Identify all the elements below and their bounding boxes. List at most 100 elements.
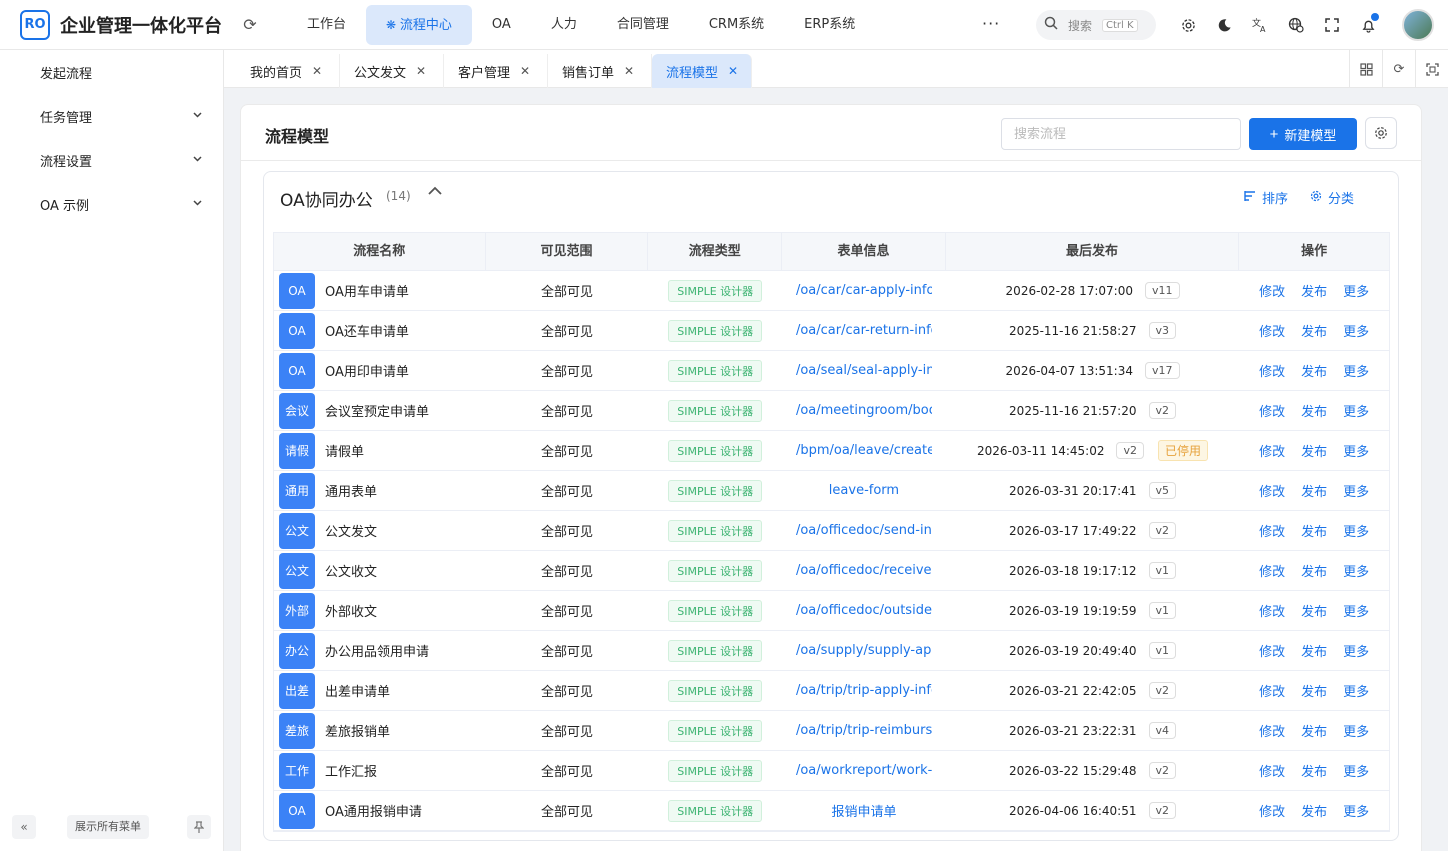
publish-button[interactable]: 发布	[1301, 601, 1327, 620]
publish-button[interactable]: 发布	[1301, 801, 1327, 820]
close-icon[interactable]: ✕	[312, 64, 322, 78]
tab-item[interactable]: 我的首页 ✕	[236, 54, 340, 88]
close-icon[interactable]: ✕	[416, 64, 426, 78]
edit-button[interactable]: 修改	[1259, 481, 1285, 500]
form-link[interactable]: /oa/trip/trip-apply-info	[796, 683, 932, 698]
edit-button[interactable]: 修改	[1259, 721, 1285, 740]
top-nav-item[interactable]: 工作台	[287, 5, 366, 45]
grid-view-icon[interactable]	[1349, 50, 1382, 88]
more-button[interactable]: 更多	[1343, 681, 1369, 700]
publish-button[interactable]: 发布	[1301, 721, 1327, 740]
top-nav-item[interactable]: 人力	[531, 5, 597, 45]
more-button[interactable]: 更多	[1343, 601, 1369, 620]
category-button[interactable]: 分类	[1310, 188, 1354, 207]
form-link[interactable]: /oa/meetingroom/book	[796, 403, 932, 418]
process-name[interactable]: OA用印申请单	[325, 361, 409, 380]
process-name[interactable]: 办公用品领用申请	[325, 641, 429, 660]
more-button[interactable]: 更多	[1343, 441, 1369, 460]
new-model-button[interactable]: + 新建模型	[1249, 118, 1357, 150]
tab-item[interactable]: 客户管理 ✕	[444, 54, 548, 88]
process-name[interactable]: 差旅报销单	[325, 721, 390, 740]
edit-button[interactable]: 修改	[1259, 601, 1285, 620]
reload-tab-icon[interactable]: ⟳	[1382, 50, 1415, 88]
tab-item[interactable]: 流程模型 ✕	[652, 54, 752, 88]
edit-button[interactable]: 修改	[1259, 641, 1285, 660]
process-name[interactable]: OA还车申请单	[325, 321, 409, 340]
publish-button[interactable]: 发布	[1301, 481, 1327, 500]
language-icon[interactable]	[1284, 13, 1308, 37]
edit-button[interactable]: 修改	[1259, 361, 1285, 380]
maximize-tab-icon[interactable]	[1415, 50, 1448, 88]
form-link[interactable]: leave-form	[829, 483, 899, 498]
publish-button[interactable]: 发布	[1301, 521, 1327, 540]
top-nav-item[interactable]: 合同管理	[597, 5, 689, 45]
more-button[interactable]: 更多	[1343, 281, 1369, 300]
translate-icon[interactable]: 文A	[1248, 13, 1272, 37]
edit-button[interactable]: 修改	[1259, 801, 1285, 820]
sidebar-item[interactable]: OA 示例	[0, 182, 223, 226]
form-link[interactable]: /oa/officedoc/receive-info	[796, 563, 932, 578]
sort-button[interactable]: 排序	[1244, 188, 1288, 207]
notification-bell-icon[interactable]	[1356, 13, 1380, 37]
process-name[interactable]: 工作汇报	[325, 761, 377, 780]
more-button[interactable]: 更多	[1343, 401, 1369, 420]
process-name[interactable]: OA用车申请单	[325, 281, 409, 300]
process-name[interactable]: 通用表单	[325, 481, 377, 500]
publish-button[interactable]: 发布	[1301, 401, 1327, 420]
edit-button[interactable]: 修改	[1259, 401, 1285, 420]
dark-mode-icon[interactable]	[1212, 13, 1236, 37]
settings-icon[interactable]	[1176, 13, 1200, 37]
sidebar-item[interactable]: 任务管理	[0, 94, 223, 138]
edit-button[interactable]: 修改	[1259, 281, 1285, 300]
more-button[interactable]: 更多	[1343, 481, 1369, 500]
form-link[interactable]: /oa/officedoc/outside-info	[796, 603, 932, 618]
process-name[interactable]: 公文收文	[325, 561, 377, 580]
tab-item[interactable]: 销售订单 ✕	[548, 54, 652, 88]
process-name[interactable]: OA通用报销申请	[325, 801, 422, 820]
nav-more-icon[interactable]: ···	[982, 14, 1000, 33]
top-nav-item[interactable]: ERP系统	[784, 5, 875, 45]
process-name[interactable]: 外部收文	[325, 601, 377, 620]
table-settings-icon[interactable]	[1365, 117, 1397, 149]
edit-button[interactable]: 修改	[1259, 521, 1285, 540]
app-logo[interactable]: RO	[20, 9, 50, 40]
edit-button[interactable]: 修改	[1259, 681, 1285, 700]
form-link[interactable]: /oa/workreport/work-report	[796, 763, 932, 778]
process-name[interactable]: 会议室预定申请单	[325, 401, 429, 420]
process-name[interactable]: 出差申请单	[325, 681, 390, 700]
publish-button[interactable]: 发布	[1301, 681, 1327, 700]
publish-button[interactable]: 发布	[1301, 281, 1327, 300]
fullscreen-icon[interactable]	[1320, 13, 1344, 37]
global-search[interactable]: 搜索 Ctrl K	[1036, 10, 1156, 40]
form-link[interactable]: /bpm/oa/leave/create	[796, 443, 932, 458]
close-icon[interactable]: ✕	[520, 64, 530, 78]
form-link[interactable]: 报销申请单	[831, 801, 896, 820]
process-name[interactable]: 请假单	[325, 441, 364, 460]
form-link[interactable]: /oa/car/car-return-info	[796, 323, 932, 338]
form-link[interactable]: /oa/trip/trip-reimburse	[796, 723, 932, 738]
publish-button[interactable]: 发布	[1301, 361, 1327, 380]
edit-button[interactable]: 修改	[1259, 441, 1285, 460]
more-button[interactable]: 更多	[1343, 361, 1369, 380]
form-link[interactable]: /oa/seal/seal-apply-info	[796, 363, 932, 378]
form-link[interactable]: /oa/officedoc/send-info	[796, 523, 932, 538]
show-all-menu-button[interactable]: 展示所有菜单	[67, 815, 149, 839]
process-search-input[interactable]	[1001, 118, 1241, 150]
publish-button[interactable]: 发布	[1301, 561, 1327, 580]
top-nav-item[interactable]: CRM系统	[689, 5, 784, 45]
more-button[interactable]: 更多	[1343, 521, 1369, 540]
edit-button[interactable]: 修改	[1259, 321, 1285, 340]
refresh-icon[interactable]: ⟳	[240, 15, 260, 35]
collapse-sidebar-icon[interactable]: «	[12, 815, 36, 839]
tab-item[interactable]: 公文发文 ✕	[340, 54, 444, 88]
more-button[interactable]: 更多	[1343, 761, 1369, 780]
more-button[interactable]: 更多	[1343, 321, 1369, 340]
close-icon[interactable]: ✕	[728, 64, 738, 78]
form-link[interactable]: /oa/supply/supply-apply	[796, 643, 932, 658]
more-button[interactable]: 更多	[1343, 801, 1369, 820]
form-link[interactable]: /oa/car/car-apply-info	[796, 283, 932, 298]
more-button[interactable]: 更多	[1343, 641, 1369, 660]
edit-button[interactable]: 修改	[1259, 761, 1285, 780]
publish-button[interactable]: 发布	[1301, 641, 1327, 660]
publish-button[interactable]: 发布	[1301, 321, 1327, 340]
